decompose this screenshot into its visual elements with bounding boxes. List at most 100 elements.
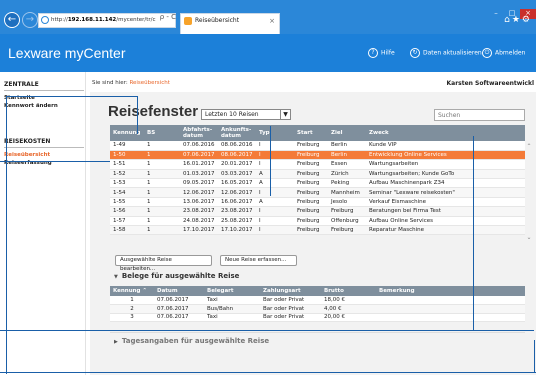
table-cell: 1-55 bbox=[110, 197, 144, 208]
table-cell: 07.06.2017 bbox=[154, 304, 204, 314]
table-cell: Jesolo bbox=[328, 197, 366, 208]
table-cell: 13.06.2017 bbox=[180, 197, 218, 208]
table-cell: 17.10.2017 bbox=[180, 225, 218, 236]
column-header[interactable]: Ziel bbox=[328, 125, 366, 141]
table-row[interactable]: 1-54 1 12.06.2017 12.06.2017 I Freiburg Mannhe… bbox=[110, 187, 525, 198]
table-cell: I bbox=[256, 141, 294, 151]
column-header[interactable]: Bemerkung bbox=[376, 286, 525, 296]
table-row[interactable]: 1-51 1 16.01.2017 20.01.2017 I Freiburg Essen W… bbox=[110, 159, 525, 170]
table-cell: 4,00 € bbox=[321, 304, 376, 314]
table-cell: 25.08.2017 bbox=[218, 216, 256, 227]
sidebar-item-kennwort[interactable]: Kennwort ändern bbox=[4, 103, 58, 109]
table-cell bbox=[376, 313, 525, 322]
table-cell: 07.06.2017 bbox=[154, 313, 204, 322]
table-cell: Beratungen bei Firma Test bbox=[366, 206, 525, 217]
edit-trip-button[interactable]: Ausgewählte Reise bearbeiten... bbox=[115, 255, 212, 272]
table-row[interactable]: 1-49 1 07.06.2016 08.06.2016 I Freiburg Berlin… bbox=[110, 141, 525, 151]
column-header[interactable]: Abfahrts-datum bbox=[180, 125, 218, 141]
trips-table: Kennung BS Abfahrts-datum Ankunfts-datum… bbox=[110, 125, 525, 236]
table-cell: 20.01.2017 bbox=[218, 159, 256, 170]
table-cell: Aufbau Online Services bbox=[366, 216, 525, 227]
table-cell: 1 bbox=[144, 197, 180, 208]
table-row[interactable]: 1-55 1 13.06.2017 16.06.2017 A Freiburg Jesolo… bbox=[110, 197, 525, 208]
column-header[interactable]: Typ bbox=[256, 125, 294, 141]
table-cell: Freiburg bbox=[294, 178, 328, 189]
help-button[interactable]: ? Hilfe bbox=[368, 48, 395, 59]
table-cell: Zürich bbox=[328, 169, 366, 180]
back-button[interactable]: ← bbox=[4, 12, 20, 28]
column-header[interactable]: Start bbox=[294, 125, 328, 141]
table-row[interactable]: 2 07.06.2017 Bus/Bahn Bar oder Privat 4,00 € bbox=[110, 304, 525, 314]
table-row[interactable]: 1-53 1 09.05.2017 16.05.2017 A Freiburg Peking… bbox=[110, 178, 525, 189]
table-cell: 01.03.2017 bbox=[180, 169, 218, 180]
receipts-section-title: Belege für ausgewählte Reise bbox=[121, 272, 240, 280]
column-header[interactable]: Ankunfts-datum bbox=[218, 125, 256, 141]
table-row[interactable]: 3 07.06.2017 Taxi Bar oder Privat 20,00 € bbox=[110, 313, 525, 322]
table-cell: 1 bbox=[144, 187, 180, 198]
address-tools[interactable]: ρ - C bbox=[152, 13, 176, 21]
help-icon: ? bbox=[368, 48, 378, 58]
table-cell: Wartungsarbeiten; Kunde GoTo bbox=[366, 169, 525, 180]
table-row[interactable]: 1-56 1 23.08.2017 23.08.2017 I Freiburg Freibu… bbox=[110, 206, 525, 217]
trip-filter-select[interactable]: Letzten 10 Reisen ▼ bbox=[201, 109, 291, 120]
app-title: Lexware myCenter bbox=[8, 45, 126, 61]
trip-filter-value: Letzten 10 Reisen bbox=[205, 111, 259, 118]
column-header[interactable]: Belegart bbox=[204, 286, 260, 296]
table-cell: 1-53 bbox=[110, 178, 144, 189]
table-row[interactable]: 1 07.06.2017 Taxi Bar oder Privat 18,00 € bbox=[110, 296, 525, 305]
table-cell: 08.06.2017 bbox=[218, 150, 256, 161]
browser-tab[interactable]: Reiseübersicht × bbox=[180, 13, 280, 34]
company-name: Karsten Softwareentwickl bbox=[446, 80, 534, 87]
minimize-button[interactable]: – bbox=[488, 9, 504, 19]
callout-line bbox=[473, 136, 474, 331]
column-header[interactable]: Zahlungsart bbox=[260, 286, 321, 296]
table-cell: 1 bbox=[144, 178, 180, 189]
table-row[interactable]: 1-50 1 07.06.2017 08.06.2017 I Freiburg Berlin… bbox=[110, 150, 525, 161]
sidebar-section-reisekosten: REISEKOSTEN bbox=[4, 138, 84, 148]
column-header[interactable]: Datum bbox=[154, 286, 204, 296]
column-header[interactable]: BS bbox=[144, 125, 180, 141]
logout-icon: ⏻ bbox=[482, 48, 492, 58]
column-header[interactable]: Zweck bbox=[366, 125, 525, 141]
refresh-data-button[interactable]: ↻ Daten aktualisieren bbox=[410, 48, 482, 59]
scroll-up-icon[interactable]: ⌃ bbox=[525, 143, 533, 150]
table-cell: Freiburg bbox=[294, 169, 328, 180]
table-cell: Aufbau Maschinenpark Z34 bbox=[366, 178, 525, 189]
sidebar-section-zentrale: ZENTRALE bbox=[4, 81, 84, 91]
callout-line bbox=[6, 96, 138, 97]
table-cell: 1-52 bbox=[110, 169, 144, 180]
table-cell: 1 bbox=[144, 141, 180, 151]
column-header[interactable]: Kennung bbox=[110, 125, 144, 141]
table-cell: 1 bbox=[144, 150, 180, 161]
receipts-section-header[interactable]: ▼ Belege für ausgewählte Reise bbox=[114, 272, 239, 280]
new-trip-button[interactable]: Neue Reise erfassen... bbox=[220, 255, 297, 266]
table-cell: 1-50 bbox=[110, 150, 144, 161]
table-cell: 1 bbox=[144, 159, 180, 170]
breadcrumb-current[interactable]: Reiseübersicht bbox=[129, 80, 169, 86]
logout-button[interactable]: ⏻ Abmelden bbox=[482, 48, 525, 59]
breadcrumb-prefix: Sie sind hier: bbox=[92, 80, 128, 86]
column-header[interactable]: Kennung ⌃ bbox=[110, 286, 154, 296]
table-cell: I bbox=[256, 159, 294, 170]
home-favorites-settings-icons[interactable]: ⌂★⚙ bbox=[504, 15, 532, 25]
table-cell: 1-49 bbox=[110, 141, 144, 151]
days-section-header[interactable]: ▶ Tagesangaben für ausgewählte Reise bbox=[114, 337, 269, 345]
table-row[interactable]: 1-58 1 17.10.2017 17.10.2017 I Freiburg Freibu… bbox=[110, 225, 525, 236]
table-cell: Berlin bbox=[328, 141, 366, 151]
table-cell: 17.10.2017 bbox=[218, 225, 256, 236]
table-cell: Reparatur Maschine bbox=[366, 225, 525, 236]
table-row[interactable]: 1-52 1 01.03.2017 03.03.2017 A Freiburg Zürich… bbox=[110, 169, 525, 180]
table-cell: A bbox=[256, 169, 294, 180]
table-row[interactable]: 1-57 1 24.08.2017 25.08.2017 I Freiburg Offenb… bbox=[110, 216, 525, 227]
scroll-down-icon[interactable]: ⌄ bbox=[525, 234, 533, 241]
tab-close-icon[interactable]: × bbox=[269, 14, 275, 28]
table-cell: Seminar "Lexware reisekosten" bbox=[366, 187, 525, 198]
table-cell: 1 bbox=[144, 216, 180, 227]
table-cell: 18,00 € bbox=[321, 296, 376, 305]
forward-button[interactable]: → bbox=[22, 12, 38, 28]
column-header[interactable]: Brutto bbox=[321, 286, 376, 296]
trips-scrollbar[interactable]: ⌃ ⌄ bbox=[525, 141, 533, 243]
table-cell: Mannheim bbox=[328, 187, 366, 198]
sidebar-item-reiseuebersicht[interactable]: Reiseübersicht bbox=[4, 152, 50, 158]
search-input[interactable] bbox=[434, 109, 525, 121]
